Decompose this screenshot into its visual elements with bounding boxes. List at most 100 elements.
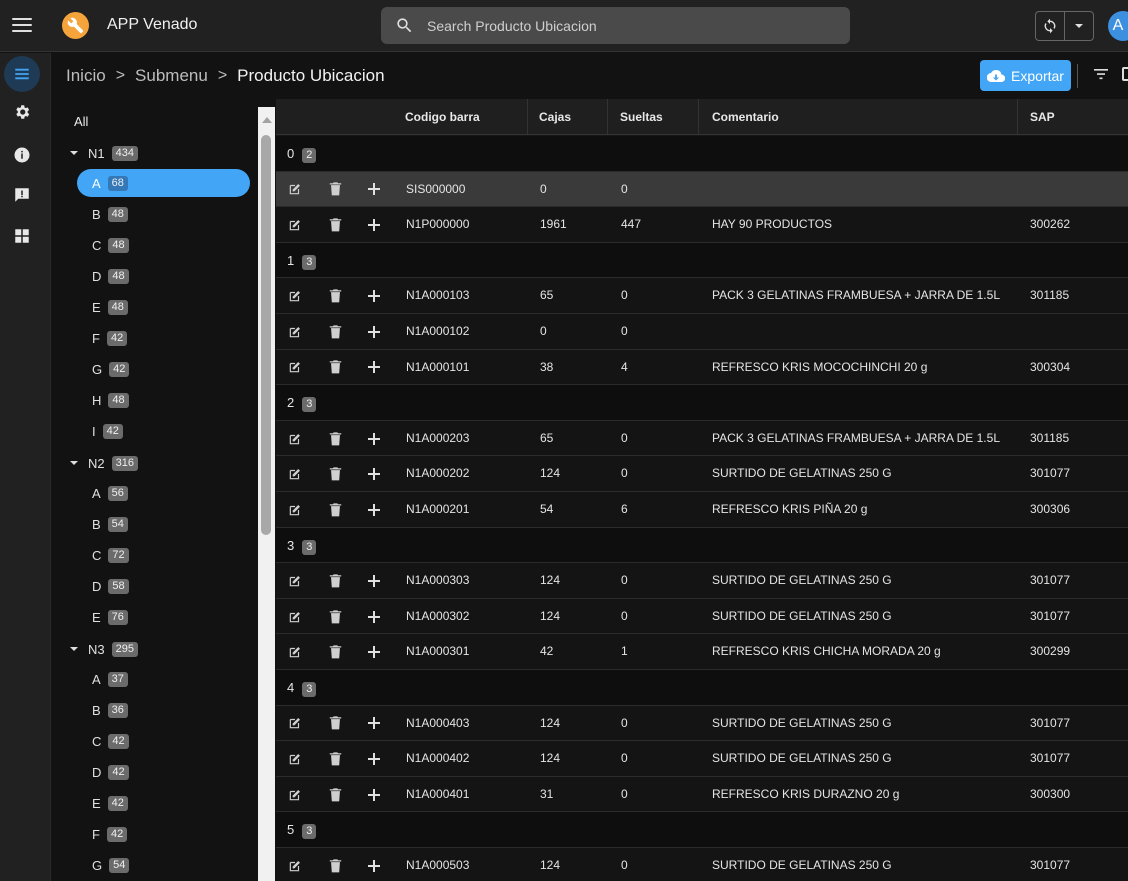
plus-icon[interactable] (362, 278, 386, 314)
tree-item-n3-b[interactable]: B 36 (77, 696, 128, 724)
edit-icon[interactable] (283, 599, 307, 635)
list-icon[interactable] (4, 56, 40, 92)
delete-icon[interactable] (323, 421, 347, 457)
delete-icon[interactable] (323, 492, 347, 528)
avatar[interactable]: A (1108, 11, 1128, 41)
table-row[interactable]: N1A000301 42 1 REFRESCO KRIS CHICHA MORADA … (276, 634, 1128, 670)
tree-item-n3-g[interactable]: G 54 (77, 851, 130, 879)
edit-icon[interactable] (283, 278, 307, 314)
edit-icon[interactable] (283, 456, 307, 492)
tree-item-n1-h[interactable]: H 48 (77, 386, 129, 414)
filter-icon[interactable] (1093, 67, 1109, 86)
table-row[interactable]: N1A000203 65 0 PACK 3 GELATINAS FRAMBUESA +… (276, 420, 1128, 457)
tree-item-n1-d[interactable]: D 48 (77, 262, 129, 290)
caret-down-icon[interactable] (70, 151, 78, 155)
tree-group-n3[interactable]: N3 295 (70, 635, 138, 663)
tree-item-n3-a[interactable]: A 37 (77, 665, 128, 693)
group-row[interactable]: 02 (276, 136, 1128, 172)
edit-icon[interactable] (283, 492, 307, 528)
info-icon[interactable] (4, 137, 40, 173)
tree-item-n2-d[interactable]: D 58 (77, 572, 129, 600)
table-row[interactable]: N1A000401 31 0 REFRESCO KRIS DURAZNO 20 g 30… (276, 776, 1128, 813)
edit-icon[interactable] (283, 848, 307, 881)
edit-icon[interactable] (283, 314, 307, 350)
edit-icon[interactable] (283, 706, 307, 742)
group-row[interactable]: 23 (276, 385, 1128, 421)
tree-item-n1-e[interactable]: E 48 (77, 293, 128, 321)
edit-icon[interactable] (283, 172, 307, 208)
group-row[interactable]: 33 (276, 527, 1128, 564)
edit-icon[interactable] (283, 350, 307, 386)
feedback-icon[interactable] (4, 177, 40, 213)
delete-icon[interactable] (323, 350, 347, 386)
table-row[interactable]: N1A000302 124 0 SURTIDO DE GELATINAS 250 G 3… (276, 598, 1128, 635)
plus-icon[interactable] (362, 492, 386, 528)
delete-icon[interactable] (323, 706, 347, 742)
edit-icon[interactable] (283, 421, 307, 457)
tree-all[interactable]: All (74, 114, 88, 129)
breadcrumb-home[interactable]: Inicio (66, 66, 106, 86)
delete-icon[interactable] (323, 599, 347, 635)
plus-icon[interactable] (362, 207, 386, 243)
group-row[interactable]: 13 (276, 242, 1128, 279)
search-bar[interactable] (381, 7, 850, 44)
gear-icon[interactable] (4, 94, 40, 130)
edit-icon[interactable] (283, 563, 307, 599)
table-row[interactable]: N1A000303 124 0 SURTIDO DE GELATINAS 250 G 3… (276, 563, 1128, 599)
group-row[interactable]: 43 (276, 670, 1128, 706)
tree-item-n1-a[interactable]: A 68 (77, 169, 250, 197)
plus-icon[interactable] (362, 421, 386, 457)
columns-icon[interactable] (1122, 67, 1128, 81)
edit-icon[interactable] (283, 634, 307, 670)
tree-item-n2-e[interactable]: E 76 (77, 603, 128, 631)
sync-button[interactable] (1036, 12, 1065, 40)
delete-icon[interactable] (323, 207, 347, 243)
table-row[interactable]: N1A000202 124 0 SURTIDO DE GELATINAS 250 G 3… (276, 456, 1128, 492)
scroll-up-icon[interactable] (262, 117, 272, 123)
table-row[interactable]: N1A000403 124 0 SURTIDO DE GELATINAS 250 G 3… (276, 705, 1128, 742)
tree-item-n1-b[interactable]: B 48 (77, 200, 128, 228)
col-header-sap[interactable]: SAP (1030, 99, 1055, 135)
table-row[interactable]: N1A000101 38 4 REFRESCO KRIS MOCOCHINCHI 20… (276, 349, 1128, 386)
plus-icon[interactable] (362, 634, 386, 670)
col-header-comentario[interactable]: Comentario (712, 99, 779, 135)
search-input[interactable] (427, 7, 837, 44)
export-button[interactable]: Exportar (980, 60, 1071, 91)
plus-icon[interactable] (362, 599, 386, 635)
plus-icon[interactable] (362, 456, 386, 492)
sync-dropdown-button[interactable] (1065, 12, 1093, 40)
plus-icon[interactable] (362, 563, 386, 599)
delete-icon[interactable] (323, 563, 347, 599)
tree-item-n1-i[interactable]: I 42 (77, 417, 123, 445)
plus-icon[interactable] (362, 172, 386, 208)
table-row[interactable]: N1A000201 54 6 REFRESCO KRIS PIÑA 20 g 30030… (276, 492, 1128, 528)
plus-icon[interactable] (362, 314, 386, 350)
menu-icon[interactable] (10, 14, 34, 38)
plus-icon[interactable] (362, 741, 386, 777)
plus-icon[interactable] (362, 777, 386, 813)
delete-icon[interactable] (323, 314, 347, 350)
group-row[interactable]: 53 (276, 812, 1128, 848)
delete-icon[interactable] (323, 777, 347, 813)
tree-item-n1-c[interactable]: C 48 (77, 231, 129, 259)
tree-group-n1[interactable]: N1 434 (70, 139, 138, 167)
table-row[interactable]: N1P000000 1961 447 HAY 90 PRODUCTOS 300262 (276, 207, 1128, 243)
scrollbar-thumb[interactable] (261, 135, 271, 535)
col-header-codigo[interactable]: Codigo barra (405, 99, 480, 135)
edit-icon[interactable] (283, 777, 307, 813)
delete-icon[interactable] (323, 634, 347, 670)
tree-item-n3-e[interactable]: E 42 (77, 789, 128, 817)
delete-icon[interactable] (323, 741, 347, 777)
delete-icon[interactable] (323, 456, 347, 492)
table-row[interactable]: N1A000503 124 0 SURTIDO DE GELATINAS 250 G 3… (276, 848, 1128, 881)
tree-item-n1-g[interactable]: G 42 (77, 355, 130, 383)
edit-icon[interactable] (283, 207, 307, 243)
col-header-sueltas[interactable]: Sueltas (620, 99, 663, 135)
tree-item-n2-b[interactable]: B 54 (77, 510, 128, 538)
delete-icon[interactable] (323, 278, 347, 314)
tree-item-n3-d[interactable]: D 42 (77, 758, 129, 786)
tree-item-n2-a[interactable]: A 56 (77, 479, 128, 507)
breadcrumb-submenu[interactable]: Submenu (135, 66, 208, 86)
table-row[interactable]: N1A000402 124 0 SURTIDO DE GELATINAS 250 G 3… (276, 741, 1128, 777)
tree-item-n1-f[interactable]: F 42 (77, 324, 128, 352)
